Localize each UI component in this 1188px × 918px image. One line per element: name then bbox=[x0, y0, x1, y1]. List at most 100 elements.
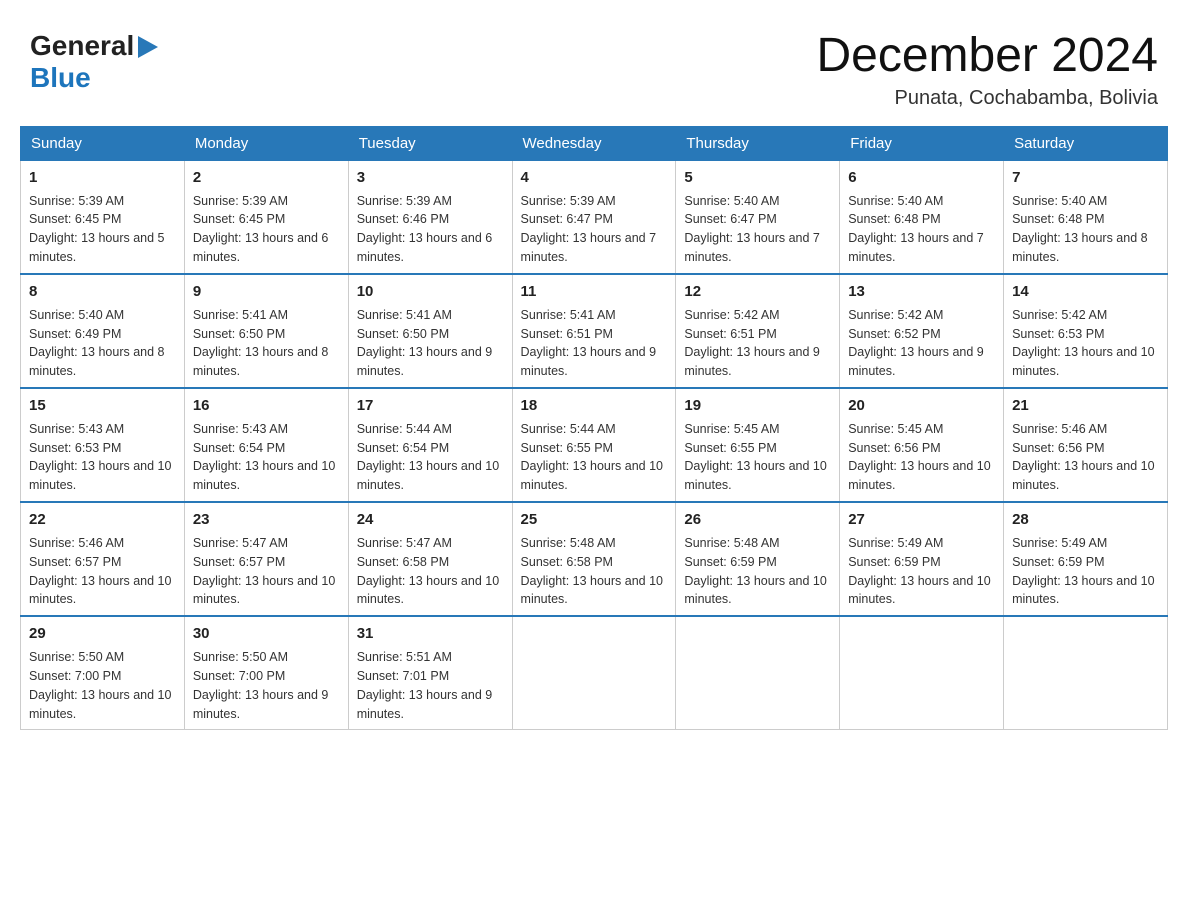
page-header: General Blue December 2024 Punata, Cocha… bbox=[20, 20, 1168, 110]
day-info: Sunrise: 5:42 AMSunset: 6:53 PMDaylight:… bbox=[1012, 308, 1154, 379]
day-info: Sunrise: 5:46 AMSunset: 6:57 PMDaylight:… bbox=[29, 536, 171, 607]
table-row: 27 Sunrise: 5:49 AMSunset: 6:59 PMDaylig… bbox=[840, 502, 1004, 616]
day-info: Sunrise: 5:45 AMSunset: 6:55 PMDaylight:… bbox=[684, 422, 826, 493]
table-row: 1 Sunrise: 5:39 AMSunset: 6:45 PMDayligh… bbox=[21, 160, 185, 274]
logo: General Blue bbox=[30, 30, 158, 94]
day-info: Sunrise: 5:45 AMSunset: 6:56 PMDaylight:… bbox=[848, 422, 990, 493]
table-row: 23 Sunrise: 5:47 AMSunset: 6:57 PMDaylig… bbox=[184, 502, 348, 616]
table-row: 8 Sunrise: 5:40 AMSunset: 6:49 PMDayligh… bbox=[21, 274, 185, 388]
table-row: 14 Sunrise: 5:42 AMSunset: 6:53 PMDaylig… bbox=[1004, 274, 1168, 388]
day-info: Sunrise: 5:43 AMSunset: 6:54 PMDaylight:… bbox=[193, 422, 335, 493]
day-info: Sunrise: 5:46 AMSunset: 6:56 PMDaylight:… bbox=[1012, 422, 1154, 493]
day-number: 17 bbox=[357, 395, 504, 417]
col-tuesday: Tuesday bbox=[348, 126, 512, 160]
table-row: 30 Sunrise: 5:50 AMSunset: 7:00 PMDaylig… bbox=[184, 616, 348, 730]
table-row: 19 Sunrise: 5:45 AMSunset: 6:55 PMDaylig… bbox=[676, 388, 840, 502]
table-row: 21 Sunrise: 5:46 AMSunset: 6:56 PMDaylig… bbox=[1004, 388, 1168, 502]
col-thursday: Thursday bbox=[676, 126, 840, 160]
day-info: Sunrise: 5:50 AMSunset: 7:00 PMDaylight:… bbox=[29, 650, 171, 721]
day-info: Sunrise: 5:50 AMSunset: 7:00 PMDaylight:… bbox=[193, 650, 329, 721]
day-number: 18 bbox=[521, 395, 668, 417]
day-number: 5 bbox=[684, 167, 831, 189]
day-number: 6 bbox=[848, 167, 995, 189]
table-row bbox=[512, 616, 676, 730]
day-number: 26 bbox=[684, 509, 831, 531]
table-row: 25 Sunrise: 5:48 AMSunset: 6:58 PMDaylig… bbox=[512, 502, 676, 616]
day-info: Sunrise: 5:40 AMSunset: 6:49 PMDaylight:… bbox=[29, 308, 165, 379]
table-row: 22 Sunrise: 5:46 AMSunset: 6:57 PMDaylig… bbox=[21, 502, 185, 616]
day-info: Sunrise: 5:47 AMSunset: 6:58 PMDaylight:… bbox=[357, 536, 499, 607]
day-number: 21 bbox=[1012, 395, 1159, 417]
day-info: Sunrise: 5:40 AMSunset: 6:47 PMDaylight:… bbox=[684, 194, 820, 265]
calendar-week-row: 1 Sunrise: 5:39 AMSunset: 6:45 PMDayligh… bbox=[21, 160, 1168, 274]
day-number: 11 bbox=[521, 281, 668, 303]
day-info: Sunrise: 5:48 AMSunset: 6:58 PMDaylight:… bbox=[521, 536, 663, 607]
day-info: Sunrise: 5:39 AMSunset: 6:45 PMDaylight:… bbox=[193, 194, 329, 265]
calendar-week-row: 29 Sunrise: 5:50 AMSunset: 7:00 PMDaylig… bbox=[21, 616, 1168, 730]
logo-blue-text: Blue bbox=[30, 62, 91, 93]
day-number: 12 bbox=[684, 281, 831, 303]
calendar-week-row: 15 Sunrise: 5:43 AMSunset: 6:53 PMDaylig… bbox=[21, 388, 1168, 502]
day-number: 1 bbox=[29, 167, 176, 189]
day-number: 13 bbox=[848, 281, 995, 303]
table-row: 3 Sunrise: 5:39 AMSunset: 6:46 PMDayligh… bbox=[348, 160, 512, 274]
day-info: Sunrise: 5:51 AMSunset: 7:01 PMDaylight:… bbox=[357, 650, 493, 721]
table-row: 10 Sunrise: 5:41 AMSunset: 6:50 PMDaylig… bbox=[348, 274, 512, 388]
col-wednesday: Wednesday bbox=[512, 126, 676, 160]
day-info: Sunrise: 5:42 AMSunset: 6:51 PMDaylight:… bbox=[684, 308, 820, 379]
calendar-week-row: 8 Sunrise: 5:40 AMSunset: 6:49 PMDayligh… bbox=[21, 274, 1168, 388]
day-number: 16 bbox=[193, 395, 340, 417]
logo-general-text: General bbox=[30, 30, 134, 62]
table-row: 13 Sunrise: 5:42 AMSunset: 6:52 PMDaylig… bbox=[840, 274, 1004, 388]
table-row: 5 Sunrise: 5:40 AMSunset: 6:47 PMDayligh… bbox=[676, 160, 840, 274]
day-info: Sunrise: 5:39 AMSunset: 6:45 PMDaylight:… bbox=[29, 194, 165, 265]
day-info: Sunrise: 5:44 AMSunset: 6:55 PMDaylight:… bbox=[521, 422, 663, 493]
table-row: 17 Sunrise: 5:44 AMSunset: 6:54 PMDaylig… bbox=[348, 388, 512, 502]
day-number: 7 bbox=[1012, 167, 1159, 189]
table-row: 7 Sunrise: 5:40 AMSunset: 6:48 PMDayligh… bbox=[1004, 160, 1168, 274]
table-row: 20 Sunrise: 5:45 AMSunset: 6:56 PMDaylig… bbox=[840, 388, 1004, 502]
location-subtitle: Punata, Cochabamba, Bolivia bbox=[816, 87, 1158, 110]
day-info: Sunrise: 5:48 AMSunset: 6:59 PMDaylight:… bbox=[684, 536, 826, 607]
day-number: 8 bbox=[29, 281, 176, 303]
calendar-week-row: 22 Sunrise: 5:46 AMSunset: 6:57 PMDaylig… bbox=[21, 502, 1168, 616]
day-number: 25 bbox=[521, 509, 668, 531]
day-info: Sunrise: 5:42 AMSunset: 6:52 PMDaylight:… bbox=[848, 308, 984, 379]
day-info: Sunrise: 5:49 AMSunset: 6:59 PMDaylight:… bbox=[1012, 536, 1154, 607]
day-number: 30 bbox=[193, 623, 340, 645]
col-monday: Monday bbox=[184, 126, 348, 160]
month-title: December 2024 bbox=[816, 30, 1158, 83]
day-info: Sunrise: 5:39 AMSunset: 6:47 PMDaylight:… bbox=[521, 194, 657, 265]
day-info: Sunrise: 5:43 AMSunset: 6:53 PMDaylight:… bbox=[29, 422, 171, 493]
table-row: 24 Sunrise: 5:47 AMSunset: 6:58 PMDaylig… bbox=[348, 502, 512, 616]
day-number: 22 bbox=[29, 509, 176, 531]
day-info: Sunrise: 5:40 AMSunset: 6:48 PMDaylight:… bbox=[848, 194, 984, 265]
day-number: 27 bbox=[848, 509, 995, 531]
table-row: 9 Sunrise: 5:41 AMSunset: 6:50 PMDayligh… bbox=[184, 274, 348, 388]
day-number: 3 bbox=[357, 167, 504, 189]
table-row: 4 Sunrise: 5:39 AMSunset: 6:47 PMDayligh… bbox=[512, 160, 676, 274]
table-row: 26 Sunrise: 5:48 AMSunset: 6:59 PMDaylig… bbox=[676, 502, 840, 616]
logo-arrow-icon bbox=[138, 36, 158, 58]
day-info: Sunrise: 5:41 AMSunset: 6:51 PMDaylight:… bbox=[521, 308, 657, 379]
day-number: 2 bbox=[193, 167, 340, 189]
table-row: 6 Sunrise: 5:40 AMSunset: 6:48 PMDayligh… bbox=[840, 160, 1004, 274]
day-number: 10 bbox=[357, 281, 504, 303]
calendar-header-row: Sunday Monday Tuesday Wednesday Thursday… bbox=[21, 126, 1168, 160]
table-row bbox=[840, 616, 1004, 730]
table-row: 12 Sunrise: 5:42 AMSunset: 6:51 PMDaylig… bbox=[676, 274, 840, 388]
table-row bbox=[676, 616, 840, 730]
day-number: 15 bbox=[29, 395, 176, 417]
day-info: Sunrise: 5:41 AMSunset: 6:50 PMDaylight:… bbox=[357, 308, 493, 379]
day-number: 9 bbox=[193, 281, 340, 303]
calendar-table: Sunday Monday Tuesday Wednesday Thursday… bbox=[20, 126, 1168, 731]
day-info: Sunrise: 5:44 AMSunset: 6:54 PMDaylight:… bbox=[357, 422, 499, 493]
day-info: Sunrise: 5:47 AMSunset: 6:57 PMDaylight:… bbox=[193, 536, 335, 607]
table-row: 18 Sunrise: 5:44 AMSunset: 6:55 PMDaylig… bbox=[512, 388, 676, 502]
day-info: Sunrise: 5:41 AMSunset: 6:50 PMDaylight:… bbox=[193, 308, 329, 379]
table-row: 29 Sunrise: 5:50 AMSunset: 7:00 PMDaylig… bbox=[21, 616, 185, 730]
day-info: Sunrise: 5:49 AMSunset: 6:59 PMDaylight:… bbox=[848, 536, 990, 607]
day-info: Sunrise: 5:40 AMSunset: 6:48 PMDaylight:… bbox=[1012, 194, 1148, 265]
col-sunday: Sunday bbox=[21, 126, 185, 160]
day-info: Sunrise: 5:39 AMSunset: 6:46 PMDaylight:… bbox=[357, 194, 493, 265]
